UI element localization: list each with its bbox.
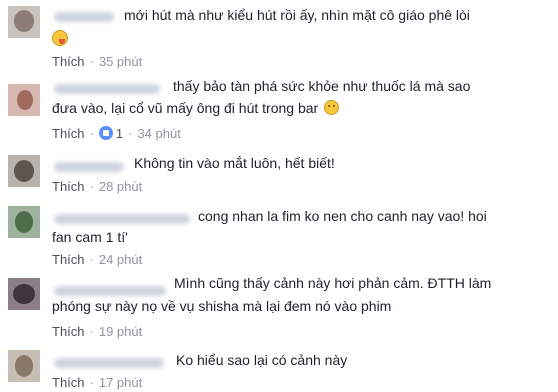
tongue-emoji-icon — [52, 30, 68, 46]
timestamp[interactable]: 17 phút — [99, 375, 142, 390]
smile-emoji-icon — [324, 100, 340, 115]
comment-actions: Thích · 28 phút — [52, 178, 142, 196]
avatar[interactable] — [8, 6, 40, 38]
comment-actions: Thích · 24 phút — [52, 251, 142, 269]
like-link[interactable]: Thích — [52, 252, 85, 267]
avatar[interactable] — [8, 278, 40, 310]
comment-item: Ko hiểu sao lại có cảnh này Thích · 17 phú… — [0, 344, 558, 392]
comment-text: Ko hiểu sao lại có cảnh này — [176, 352, 348, 368]
separator: · — [89, 375, 94, 390]
avatar[interactable] — [8, 84, 40, 116]
comment-text-line2: đưa vào, lại cổ vũ mấy ông đi hút trong … — [52, 98, 340, 119]
timestamp[interactable]: 35 phút — [99, 54, 142, 69]
comment-item: Mình cũng thấy cảnh này hơi phản cảm. ĐT… — [0, 272, 558, 344]
like-count[interactable]: 1 — [98, 126, 123, 141]
timestamp[interactable]: 19 phút — [99, 324, 142, 339]
comment-item: mới hút mà như kiểu hút rồi ấy, nhìn mặt… — [0, 0, 558, 72]
separator: · — [89, 179, 94, 194]
separator: · — [89, 54, 94, 69]
separator: · — [89, 126, 94, 141]
timestamp[interactable]: 28 phút — [99, 179, 142, 194]
comment-actions: Thích · 1 · 34 phút — [52, 125, 181, 143]
commenter-name[interactable] — [54, 286, 166, 296]
like-link[interactable]: Thích — [52, 179, 85, 194]
comment-text: cong nhan la fim ko nen cho canh nay vao… — [198, 208, 487, 224]
comment-text-line2: fan cam 1 tí' — [52, 229, 128, 245]
comment-item: thấy bảo tàn phá sức khỏe như thuốc lá m… — [0, 72, 558, 150]
like-icon — [98, 126, 113, 140]
comment-actions: Thích · 17 phút — [52, 374, 142, 392]
comment-text-line2: phóng sự này nọ về vụ shisha mà lại đem … — [52, 298, 392, 314]
commenter-name[interactable] — [54, 84, 160, 94]
commenter-name[interactable] — [54, 162, 124, 172]
timestamp[interactable]: 34 phút — [137, 126, 180, 141]
comment-text: mới hút mà như kiểu hút rồi ấy, nhìn mặt… — [124, 7, 470, 23]
comment-text: Không tin vào mắt luôn, hết biết! — [134, 155, 335, 171]
avatar[interactable] — [8, 206, 40, 238]
tongue-emoji — [52, 30, 68, 48]
like-link[interactable]: Thích — [52, 54, 85, 69]
like-link[interactable]: Thích — [52, 126, 85, 141]
avatar[interactable] — [8, 350, 40, 382]
comment-item: cong nhan la fim ko nen cho canh nay vao… — [0, 200, 558, 272]
comment-item: Không tin vào mắt luôn, hết biết! Thích ·… — [0, 150, 558, 200]
like-link[interactable]: Thích — [52, 375, 85, 390]
comment-actions: Thích · 19 phút — [52, 323, 142, 341]
comment-text: Mình cũng thấy cảnh này hơi phản cảm. ĐT… — [174, 275, 492, 291]
like-link[interactable]: Thích — [52, 324, 85, 339]
separator: · — [89, 324, 94, 339]
separator: · — [128, 126, 133, 141]
timestamp[interactable]: 24 phút — [99, 252, 142, 267]
commenter-name[interactable] — [54, 358, 164, 368]
comment-actions: Thích · 35 phút — [52, 53, 142, 71]
commenter-name[interactable] — [54, 214, 190, 224]
comment-text: thấy bảo tàn phá sức khỏe như thuốc lá m… — [173, 78, 471, 94]
avatar[interactable] — [8, 155, 40, 187]
separator: · — [89, 252, 94, 267]
commenter-name[interactable] — [54, 12, 114, 22]
